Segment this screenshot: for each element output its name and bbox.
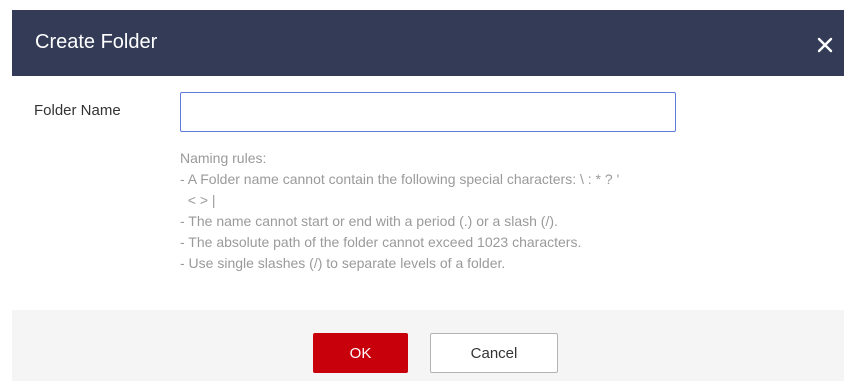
naming-rules: Naming rules: - A Folder name cannot con… [180,148,660,274]
naming-rule-line: - Use single slashes (/) to separate lev… [180,255,506,271]
create-folder-dialog: Create Folder Folder Name Naming rules: … [12,10,844,381]
ok-button[interactable]: OK [313,333,408,373]
folder-name-input[interactable] [180,92,676,132]
naming-rule-line: - A Folder name cannot contain the follo… [180,171,620,187]
naming-rule-line: - The name cannot start or end with a pe… [180,213,558,229]
naming-rules-heading: Naming rules: [180,150,267,166]
dialog-footer: OK Cancel [12,310,844,381]
dialog-header: Create Folder [12,10,844,76]
naming-rule-line: < > | [180,192,216,208]
cancel-button[interactable]: Cancel [430,333,558,373]
naming-rule-line: - The absolute path of the folder cannot… [180,234,582,250]
close-icon[interactable] [814,34,836,56]
dialog-title: Create Folder [35,31,158,53]
folder-name-label: Folder Name [34,102,121,119]
